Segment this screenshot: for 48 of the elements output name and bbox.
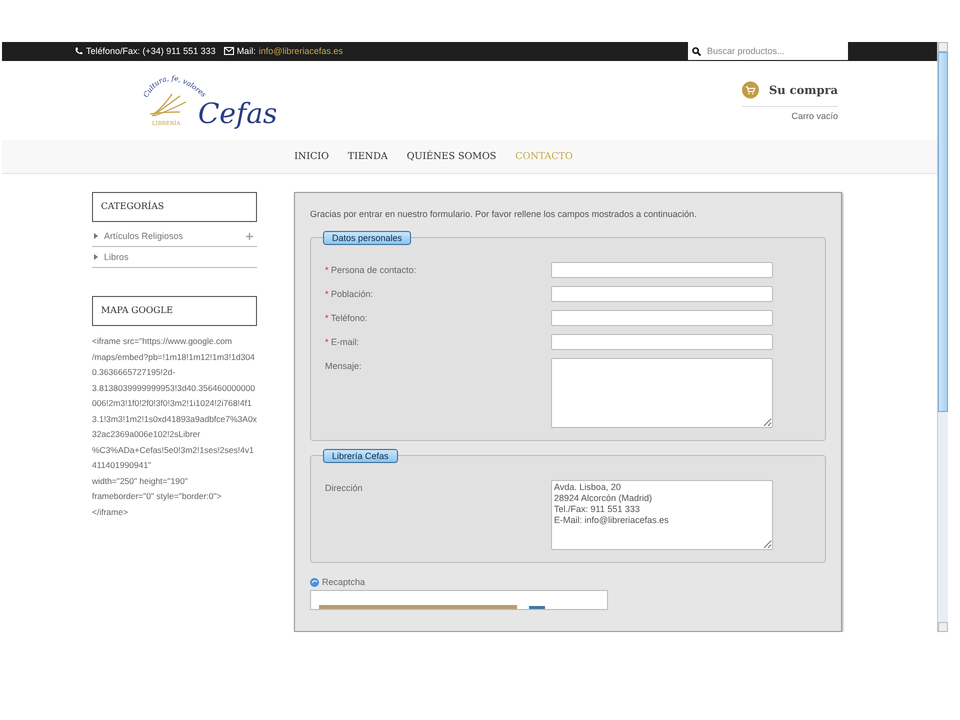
phone-icon: [75, 47, 83, 56]
field-label: * Población:: [325, 288, 374, 299]
text-input[interactable]: [551, 334, 773, 350]
fieldset-legend: Datos personales: [323, 231, 412, 245]
nav-link[interactable]: QUIÉNES SOMOS: [406, 151, 496, 162]
text-input[interactable]: [551, 310, 773, 326]
scroll-down-button[interactable]: [938, 622, 948, 632]
triangle-icon: [94, 254, 98, 260]
text-input[interactable]: [551, 286, 773, 302]
email-link[interactable]: info@libreriacefas.es: [258, 46, 343, 56]
cart-icon[interactable]: [742, 79, 759, 102]
triangle-icon: [94, 233, 98, 239]
expand-icon[interactable]: [246, 232, 253, 240]
scrollbar-thumb[interactable]: [938, 52, 948, 412]
field-label: * E-mail:: [325, 336, 360, 347]
cart-status: Carro vacío: [791, 111, 838, 122]
phone-text: Teléfono/Fax: (+34) 911 551 333: [75, 46, 216, 56]
iframe-code-line: width="250" height="190": [92, 474, 189, 488]
iframe-code-line: </iframe>: [92, 506, 129, 518]
search-icon: [692, 46, 701, 56]
iframe-code-line: 3.8138039999999953!3d40.356460000000006!2m3!1f0!2f0!3f0!3m2!1i1024!2i768!4f13.1!3m3!1m2!1s0xd41893a9adbfce7%3A0x32ac2369a006e102!2sLibrer: [92, 382, 257, 441]
fieldset-legend: Librería Cefas: [323, 449, 398, 463]
search-field[interactable]: Buscar productos...: [688, 42, 848, 60]
map-heading: MAPA GOOGLE: [92, 296, 257, 326]
field-label: Dirección: [325, 482, 364, 493]
textarea-field[interactable]: [551, 358, 773, 428]
cart-title[interactable]: Su compra: [768, 83, 838, 98]
field-label: * Persona de contacto:: [325, 264, 418, 275]
recaptcha-icon: [310, 578, 319, 586]
scroll-up-button[interactable]: [938, 42, 948, 52]
iframe-code-line: <iframe src="https://www.google.com: [92, 335, 234, 348]
form-intro: Gracias por entrar en nuestro formulario. Por favor rellene los campos mostrados a continuación.: [310, 209, 698, 219]
textarea-field[interactable]: Avda. Lisboa, 20 28924 Alcorcón (Madrid) Tel./Fax: 911 551 333 E-Mail: info@libreriacefas.es: [551, 480, 773, 550]
categories-heading: CATEGORÍAS: [92, 192, 257, 222]
mail-label: Mail:: [236, 46, 256, 56]
field-label: * Teléfono:: [325, 312, 368, 323]
text-input[interactable]: [551, 262, 773, 278]
nav-link[interactable]: TIENDA: [348, 151, 388, 162]
iframe-code-line: frameborder="0" style="border:0">: [92, 490, 222, 503]
nav-link[interactable]: INICIO: [294, 151, 329, 162]
recaptcha-label: Recaptcha: [322, 577, 366, 587]
envelope-icon: [224, 47, 234, 56]
field-label: Mensaje:: [325, 360, 363, 371]
iframe-code-line: %C3%ADa+Cefas!5e0!3m2!1ses!2ses!4v1411401990941": [92, 444, 255, 472]
iframe-code-line: /maps/embed?pb=!1m18!1m12!1m3!1d3040.3636665727195!2d-: [92, 350, 256, 379]
category-link[interactable]: Libros: [104, 252, 257, 262]
category-link[interactable]: Artículos Religiosos: [104, 231, 240, 241]
recaptcha-widget[interactable]: [310, 590, 608, 610]
